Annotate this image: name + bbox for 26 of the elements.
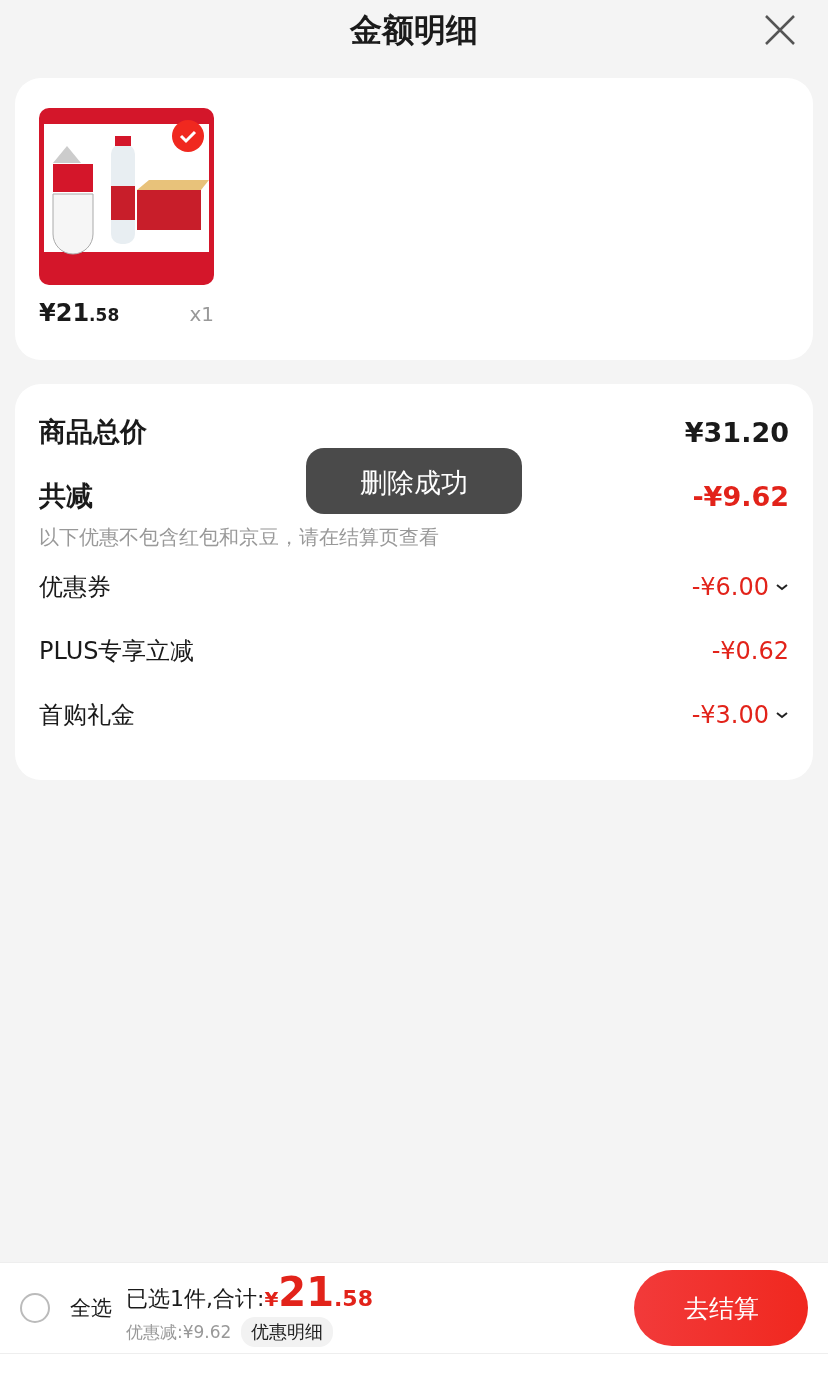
checkout-button[interactable]: 去结算 xyxy=(634,1270,808,1346)
total-price: ¥21.58 xyxy=(264,1269,373,1315)
total-value: ¥31.20 xyxy=(684,416,789,448)
selected-count-text: 已选1件,合计: xyxy=(126,1285,265,1313)
select-all-checkbox[interactable] xyxy=(20,1293,50,1323)
discount-item-label: PLUS专享立减 xyxy=(39,636,195,667)
sheet-title: 金额明细 xyxy=(350,10,478,51)
check-icon[interactable] xyxy=(172,120,204,152)
discount-item-value: -¥6.00 xyxy=(691,573,769,601)
quantity-text: x1 xyxy=(189,302,214,326)
total-label: 商品总价 xyxy=(39,415,147,449)
discount-item-label: 首购礼金 xyxy=(39,700,135,731)
discount-value: -¥9.62 xyxy=(692,480,789,512)
product-price: ¥21.58 xyxy=(39,299,120,327)
discount-item-value: -¥3.00 xyxy=(691,701,769,729)
discount-label: 共减 xyxy=(39,479,93,513)
discount-note: 以下优惠不包含红包和京豆，请在结算页查看 xyxy=(39,524,440,551)
discount-text: 优惠减:¥9.62 xyxy=(126,1320,232,1344)
select-all-label[interactable]: 全选 xyxy=(70,1294,112,1322)
discount-item-value: -¥0.62 xyxy=(711,637,789,665)
discount-item-label: 优惠券 xyxy=(39,572,111,603)
close-icon[interactable] xyxy=(764,14,796,46)
toast-message: 删除成功 xyxy=(306,448,522,514)
chevron-down-icon[interactable] xyxy=(775,710,789,720)
chevron-down-icon[interactable] xyxy=(775,582,789,592)
discount-detail-button[interactable]: 优惠明细 xyxy=(241,1317,334,1347)
